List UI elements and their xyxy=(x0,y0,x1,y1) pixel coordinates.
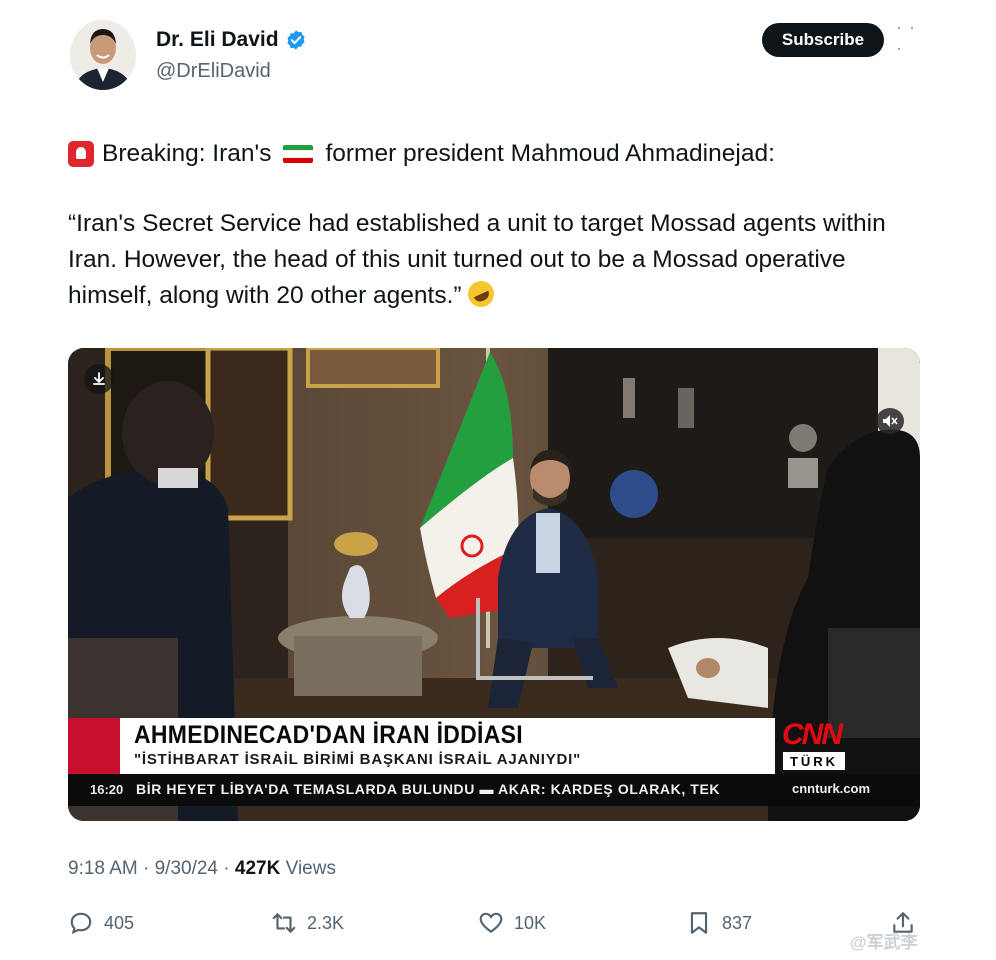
tweet-time[interactable]: 9:18 AM xyxy=(68,858,138,879)
author-handle[interactable]: @DrEliDavid xyxy=(156,60,271,83)
avatar[interactable] xyxy=(70,20,136,90)
ticker-site: cnnturk.com xyxy=(792,781,871,796)
author-name[interactable]: Dr. Eli David xyxy=(156,28,279,52)
video-player[interactable]: AHMEDINECAD'DAN İRAN İDDİASI "İSTİHBARAT… xyxy=(68,348,920,821)
bookmark-button[interactable]: 837 xyxy=(686,910,752,936)
tweet-date[interactable]: 9/30/24 xyxy=(155,858,218,879)
views-label: Views xyxy=(285,858,336,879)
subscribe-button[interactable]: Subscribe xyxy=(762,23,884,57)
ellipsis-icon[interactable]: · · · xyxy=(896,17,926,58)
iran-flag-emoji xyxy=(283,145,314,163)
mute-icon[interactable] xyxy=(876,408,904,434)
turk-logo-text: TÜRK xyxy=(783,752,845,770)
reply-button[interactable]: 405 xyxy=(68,910,134,936)
meta-separator: · xyxy=(143,858,155,879)
rolling-on-floor-laughing-emoji xyxy=(463,276,498,312)
like-button[interactable]: 10K xyxy=(478,910,546,936)
news-ticker: 16:20 BİR HEYET LİBYA'DA TEMASLARDA BULU… xyxy=(68,774,920,806)
verified-badge-icon xyxy=(286,30,305,50)
like-count: 10K xyxy=(514,912,547,933)
news-headline: AHMEDINECAD'DAN İRAN İDDİASI xyxy=(134,721,523,749)
heart-icon xyxy=(479,912,503,933)
tweet-line1-before-flag: Breaking: Iran's xyxy=(102,140,272,167)
ticker-time: 16:20 xyxy=(90,782,124,797)
tweet-meta: 9:18 AM · 9/30/24 · 427K Views xyxy=(68,858,336,880)
police-siren-emoji xyxy=(68,141,94,167)
news-subheadline: "İSTİHBARAT İSRAİL BİRİMİ BAŞKANI İSRAİL… xyxy=(134,751,582,768)
views-count: 427K xyxy=(234,858,281,879)
cnn-logo-text: CNN xyxy=(782,718,843,751)
bookmark-count: 837 xyxy=(722,912,753,933)
tweet-actions: 405 2.3K 10K 837 xyxy=(68,910,928,942)
banner-red-block xyxy=(68,718,120,774)
news-lower-third: AHMEDINECAD'DAN İRAN İDDİASI "İSTİHBARAT… xyxy=(68,718,920,821)
repost-count: 2.3K xyxy=(307,912,345,933)
cnn-turk-logo: CNN TÜRK xyxy=(778,718,852,774)
download-icon[interactable] xyxy=(84,364,114,394)
reply-count: 405 xyxy=(104,912,135,933)
tweet-line1-after-flag: former president Mahmoud Ahmadinejad: xyxy=(325,140,775,167)
watermark: @军武李 xyxy=(850,933,918,952)
ticker-text: BİR HEYET LİBYA'DA TEMASLARDA BULUNDU ▬ … xyxy=(136,781,721,797)
meta-separator: · xyxy=(223,858,235,879)
tweet-header: Dr. Eli David @DrEliDavid Subscribe · · … xyxy=(70,17,930,96)
bookmark-icon xyxy=(690,912,708,934)
repost-button[interactable]: 2.3K xyxy=(271,910,344,936)
repost-icon xyxy=(272,913,296,933)
reply-icon xyxy=(70,912,92,935)
tweet-body: Breaking: Iran's former president Mahmou… xyxy=(68,136,928,314)
